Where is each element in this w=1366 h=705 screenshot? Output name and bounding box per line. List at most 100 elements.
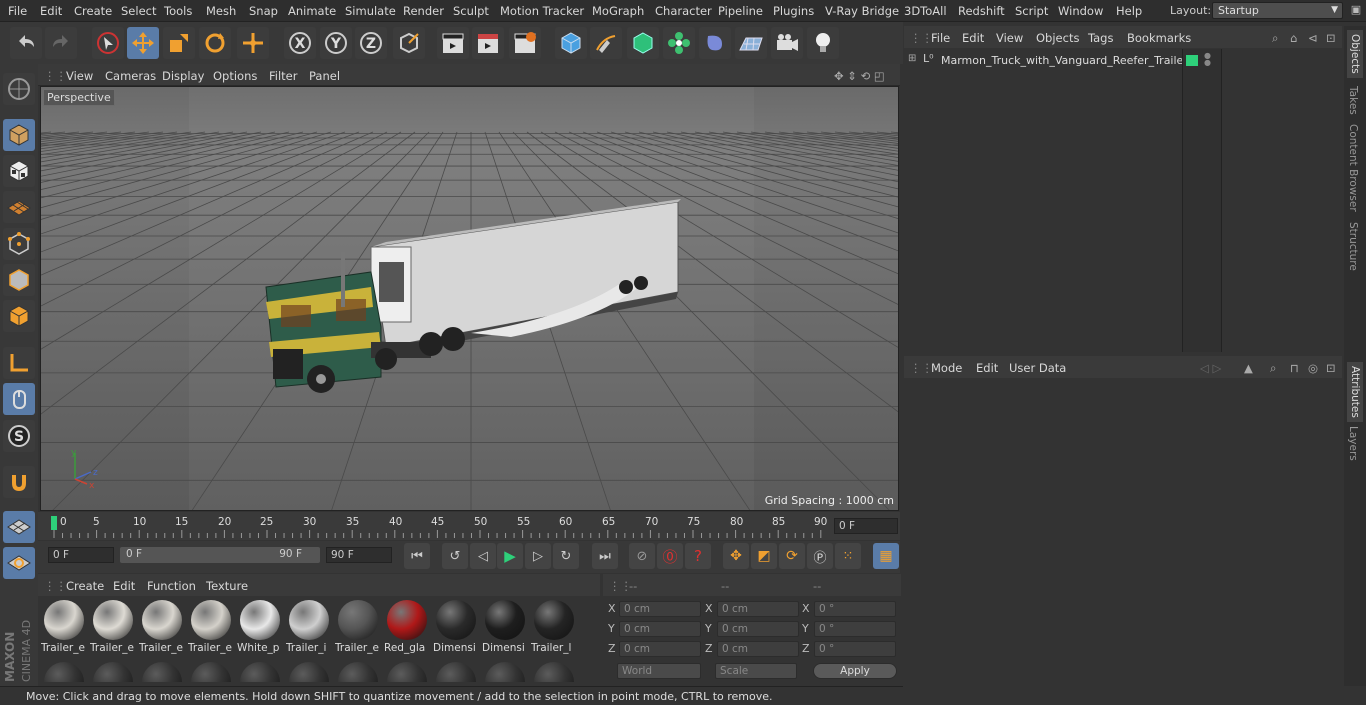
material-swatch[interactable]: Trailer_e bbox=[90, 598, 136, 656]
menu-edit[interactable]: Edit bbox=[40, 4, 62, 18]
material-swatch-row2[interactable] bbox=[139, 660, 185, 682]
search-icon[interactable]: ⌕ bbox=[1272, 31, 1278, 46]
keyframe-selection-button[interactable]: ? bbox=[685, 543, 711, 569]
texture-mode-button[interactable] bbox=[3, 155, 35, 187]
tab-layers[interactable]: Layers bbox=[1347, 426, 1359, 461]
expand-plus-icon[interactable]: ⊞ bbox=[908, 53, 916, 64]
select-tool-button[interactable] bbox=[92, 27, 124, 59]
material-swatch-row2[interactable] bbox=[90, 660, 136, 682]
key-position-button[interactable]: ✥ bbox=[723, 543, 749, 569]
rotation-h-field[interactable]: 0 ° bbox=[814, 601, 896, 617]
timeline-window-button[interactable]: ▦ bbox=[873, 543, 899, 569]
material-swatch-row2[interactable] bbox=[433, 660, 479, 682]
menu-simulate[interactable]: Simulate bbox=[345, 4, 396, 18]
nav-arrow-icon[interactable]: ⊲ bbox=[1308, 31, 1318, 45]
menu-snap[interactable]: Snap bbox=[249, 4, 278, 18]
material-swatch[interactable]: Trailer_e bbox=[335, 598, 381, 656]
render-view-button[interactable] bbox=[437, 27, 469, 59]
pen-spline-button[interactable] bbox=[590, 27, 622, 59]
target-icon[interactable]: ◎ bbox=[1308, 361, 1318, 375]
rotation-b-field[interactable]: 0 ° bbox=[814, 641, 896, 657]
key-pla-button[interactable]: ⁙ bbox=[835, 543, 861, 569]
playhead[interactable] bbox=[51, 516, 57, 530]
material-menu-texture[interactable]: Texture bbox=[206, 579, 248, 593]
subdivision-button[interactable] bbox=[627, 27, 659, 59]
tab-structure[interactable]: Structure bbox=[1347, 222, 1359, 271]
menu-character[interactable]: Character bbox=[655, 4, 712, 18]
key-rotation-button[interactable]: ⟳ bbox=[779, 543, 805, 569]
attributes-menu-edit[interactable]: Edit bbox=[976, 361, 998, 375]
rotate-tool-button[interactable] bbox=[199, 27, 231, 59]
objects-menu-bookmarks[interactable]: Bookmarks bbox=[1127, 31, 1191, 45]
material-menu-create[interactable]: Create bbox=[66, 579, 104, 593]
material-swatch[interactable]: Trailer_e bbox=[41, 598, 87, 656]
deformer-button[interactable] bbox=[699, 27, 731, 59]
transform-tool-button[interactable] bbox=[237, 27, 269, 59]
search-icon[interactable]: ⌕ bbox=[1270, 361, 1276, 376]
cube-object-button[interactable] bbox=[555, 27, 587, 59]
rotation-p-field[interactable]: 0 ° bbox=[814, 621, 896, 637]
menu-help[interactable]: Help bbox=[1116, 4, 1142, 18]
viewport-menu-options[interactable]: Options bbox=[213, 69, 257, 83]
size-z-field[interactable]: 0 cm bbox=[717, 641, 799, 657]
material-swatch-row2[interactable] bbox=[335, 660, 381, 682]
position-z-field[interactable]: 0 cm bbox=[619, 641, 701, 657]
menu-mograph[interactable]: MoGraph bbox=[592, 4, 644, 18]
redo-button[interactable] bbox=[45, 27, 77, 59]
attributes-menu-userdata[interactable]: User Data bbox=[1009, 361, 1066, 375]
apply-button[interactable]: Apply bbox=[813, 663, 897, 679]
material-menu-edit[interactable]: Edit bbox=[113, 579, 135, 593]
material-swatch[interactable]: Trailer_e bbox=[139, 598, 185, 656]
z-axis-button[interactable]: Z bbox=[355, 27, 387, 59]
material-swatch-row2[interactable] bbox=[286, 660, 332, 682]
menu-redshift[interactable]: Redshift bbox=[958, 4, 1005, 18]
tab-content-browser[interactable]: Content Browser bbox=[1347, 124, 1359, 212]
edges-mode-button[interactable] bbox=[3, 264, 35, 296]
points-mode-button[interactable] bbox=[3, 228, 35, 260]
menu-tools[interactable]: Tools bbox=[164, 4, 192, 18]
material-swatch[interactable]: Dimensi bbox=[482, 598, 528, 656]
cloner-button[interactable] bbox=[663, 27, 695, 59]
auto-key-button[interactable]: ⓪ bbox=[657, 543, 683, 569]
menu-pipeline[interactable]: Pipeline bbox=[718, 4, 763, 18]
viewport-menu-view[interactable]: View bbox=[66, 69, 93, 83]
viewport-nav-icons[interactable]: ✥ ⇕ ⟲ ◰ bbox=[834, 69, 885, 83]
material-swatch[interactable]: White_p bbox=[237, 598, 283, 656]
go-to-start-button[interactable]: ⏮ bbox=[404, 543, 430, 569]
floor-button[interactable] bbox=[735, 27, 767, 59]
current-frame-field[interactable]: 0 F bbox=[834, 518, 898, 534]
material-swatch-row2[interactable] bbox=[384, 660, 430, 682]
material-swatch-row2[interactable] bbox=[482, 660, 528, 682]
position-x-field[interactable]: 0 cm bbox=[619, 601, 701, 617]
window-menu-icon[interactable]: ▣ bbox=[1348, 3, 1364, 19]
object-name[interactable]: Marmon_Truck_with_Vanguard_Reefer_Traile… bbox=[941, 54, 1188, 67]
layout-dropdown[interactable]: Startup ▼ bbox=[1212, 2, 1343, 19]
next-key-button[interactable]: ↻ bbox=[553, 543, 579, 569]
objects-menu-edit[interactable]: Edit bbox=[962, 31, 984, 45]
material-menu-function[interactable]: Function bbox=[147, 579, 196, 593]
material-swatch[interactable]: Trailer_l bbox=[531, 598, 577, 656]
camera-button[interactable] bbox=[771, 27, 803, 59]
tree-row[interactable]: ⊞ L⁰ Marmon_Truck_with_Vanguard_Reefer_T… bbox=[904, 51, 1188, 69]
go-to-end-button[interactable]: ⏭ bbox=[592, 543, 618, 569]
key-scale-button[interactable]: ◩ bbox=[751, 543, 777, 569]
cursor-arrow-icon[interactable]: ▲ bbox=[1244, 361, 1253, 375]
objects-menu-file[interactable]: File bbox=[931, 31, 950, 45]
coordinate-mode-dropdown[interactable]: World bbox=[617, 663, 701, 679]
attributes-menu-mode[interactable]: Mode bbox=[931, 361, 962, 375]
timeline-ruler[interactable]: 0 5 10 15 20 25 30 35 40 45 50 55 60 65 … bbox=[38, 512, 900, 540]
material-swatch-row2[interactable] bbox=[531, 660, 577, 682]
x-axis-button[interactable]: X bbox=[284, 27, 316, 59]
panel-expand-icon[interactable]: ⊡ bbox=[1326, 31, 1336, 45]
grid-lock-button[interactable] bbox=[3, 511, 35, 543]
menu-script[interactable]: Script bbox=[1015, 4, 1048, 18]
tab-takes[interactable]: Takes bbox=[1347, 86, 1359, 115]
material-swatch[interactable]: Red_gla bbox=[384, 598, 430, 656]
tweak-mode-button[interactable] bbox=[3, 383, 35, 415]
frame-range-slider[interactable]: 0 F 90 F bbox=[120, 547, 320, 563]
material-swatch[interactable]: Trailer_e bbox=[188, 598, 234, 656]
end-frame-field[interactable]: 90 F bbox=[326, 547, 392, 563]
next-frame-button[interactable]: ▷ bbox=[525, 543, 551, 569]
viewport-camera-label[interactable]: Perspective bbox=[43, 89, 115, 106]
workplane-mode-button[interactable] bbox=[3, 191, 35, 223]
